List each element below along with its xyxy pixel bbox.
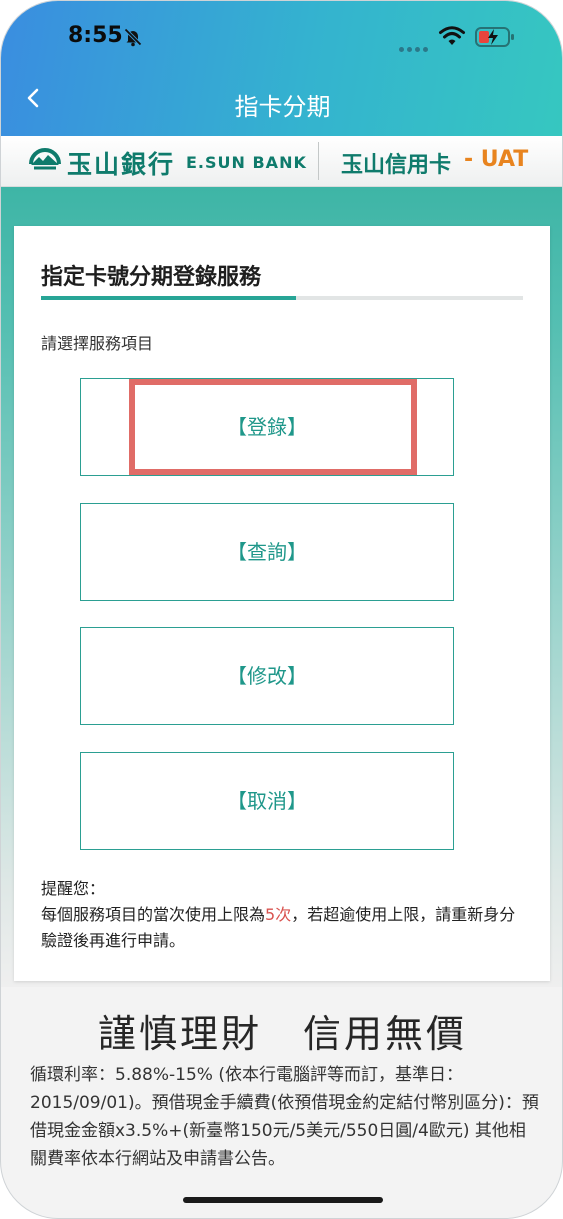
modify-button[interactable]: 【修改】 (80, 627, 454, 725)
bank-name-cn: 玉山銀行 (67, 150, 176, 179)
highlight-box (129, 379, 417, 475)
title-underline (41, 296, 523, 300)
product-name: 玉山信用卡 (341, 153, 452, 178)
usage-limit: 5次 (265, 905, 292, 924)
esun-logo-icon (29, 148, 61, 170)
brand-bar: 玉山銀行 E.SUN BANK 玉山信用卡 - UAT (1, 136, 562, 187)
signal-dots-icon (399, 37, 431, 56)
cancel-button[interactable]: 【取消】 (80, 752, 454, 850)
phone-frame: 8:55 指卡分期 玉山銀行 E.SUN BANK 玉山信用卡 - UAT 指定… (0, 0, 563, 1219)
slogan: 謹慎理財 信用無價 (97, 1012, 467, 1056)
service-card: 指定卡號分期登錄服務 請選擇服務項目 【登錄】 【查詢】 【修改】 【取消】 提… (14, 226, 550, 981)
reminder-text: 每個服務項目的當次使用上限為5次，若超逾使用上限，請重新身分驗證後再進行申請。 (41, 905, 516, 950)
reminder-heading: 提醒您： (41, 879, 106, 898)
status-time: 8:55 (68, 23, 123, 48)
service-prompt: 請選擇服務項目 (41, 334, 154, 353)
home-indicator[interactable] (183, 1197, 383, 1203)
card-title: 指定卡號分期登錄服務 (41, 265, 262, 290)
battery-charging-icon (475, 27, 514, 47)
bell-off-icon (124, 28, 142, 47)
fine-print: 循環利率：5.88%-15% (依本行電腦評等而訂，基準日：2015/09/01… (30, 1065, 539, 1169)
reminder-notice: 提醒您： 每個服務項目的當次使用上限為5次，若超逾使用上限，請重新身分驗證後再進… (41, 876, 531, 954)
wifi-icon (439, 26, 465, 45)
query-button[interactable]: 【查詢】 (80, 503, 454, 601)
brand-divider (318, 142, 319, 180)
page-title: 指卡分期 (234, 93, 331, 121)
env-tag: - UAT (464, 147, 529, 172)
bank-name-en: E.SUN BANK (186, 153, 307, 172)
app-header: 8:55 指卡分期 (1, 1, 562, 136)
